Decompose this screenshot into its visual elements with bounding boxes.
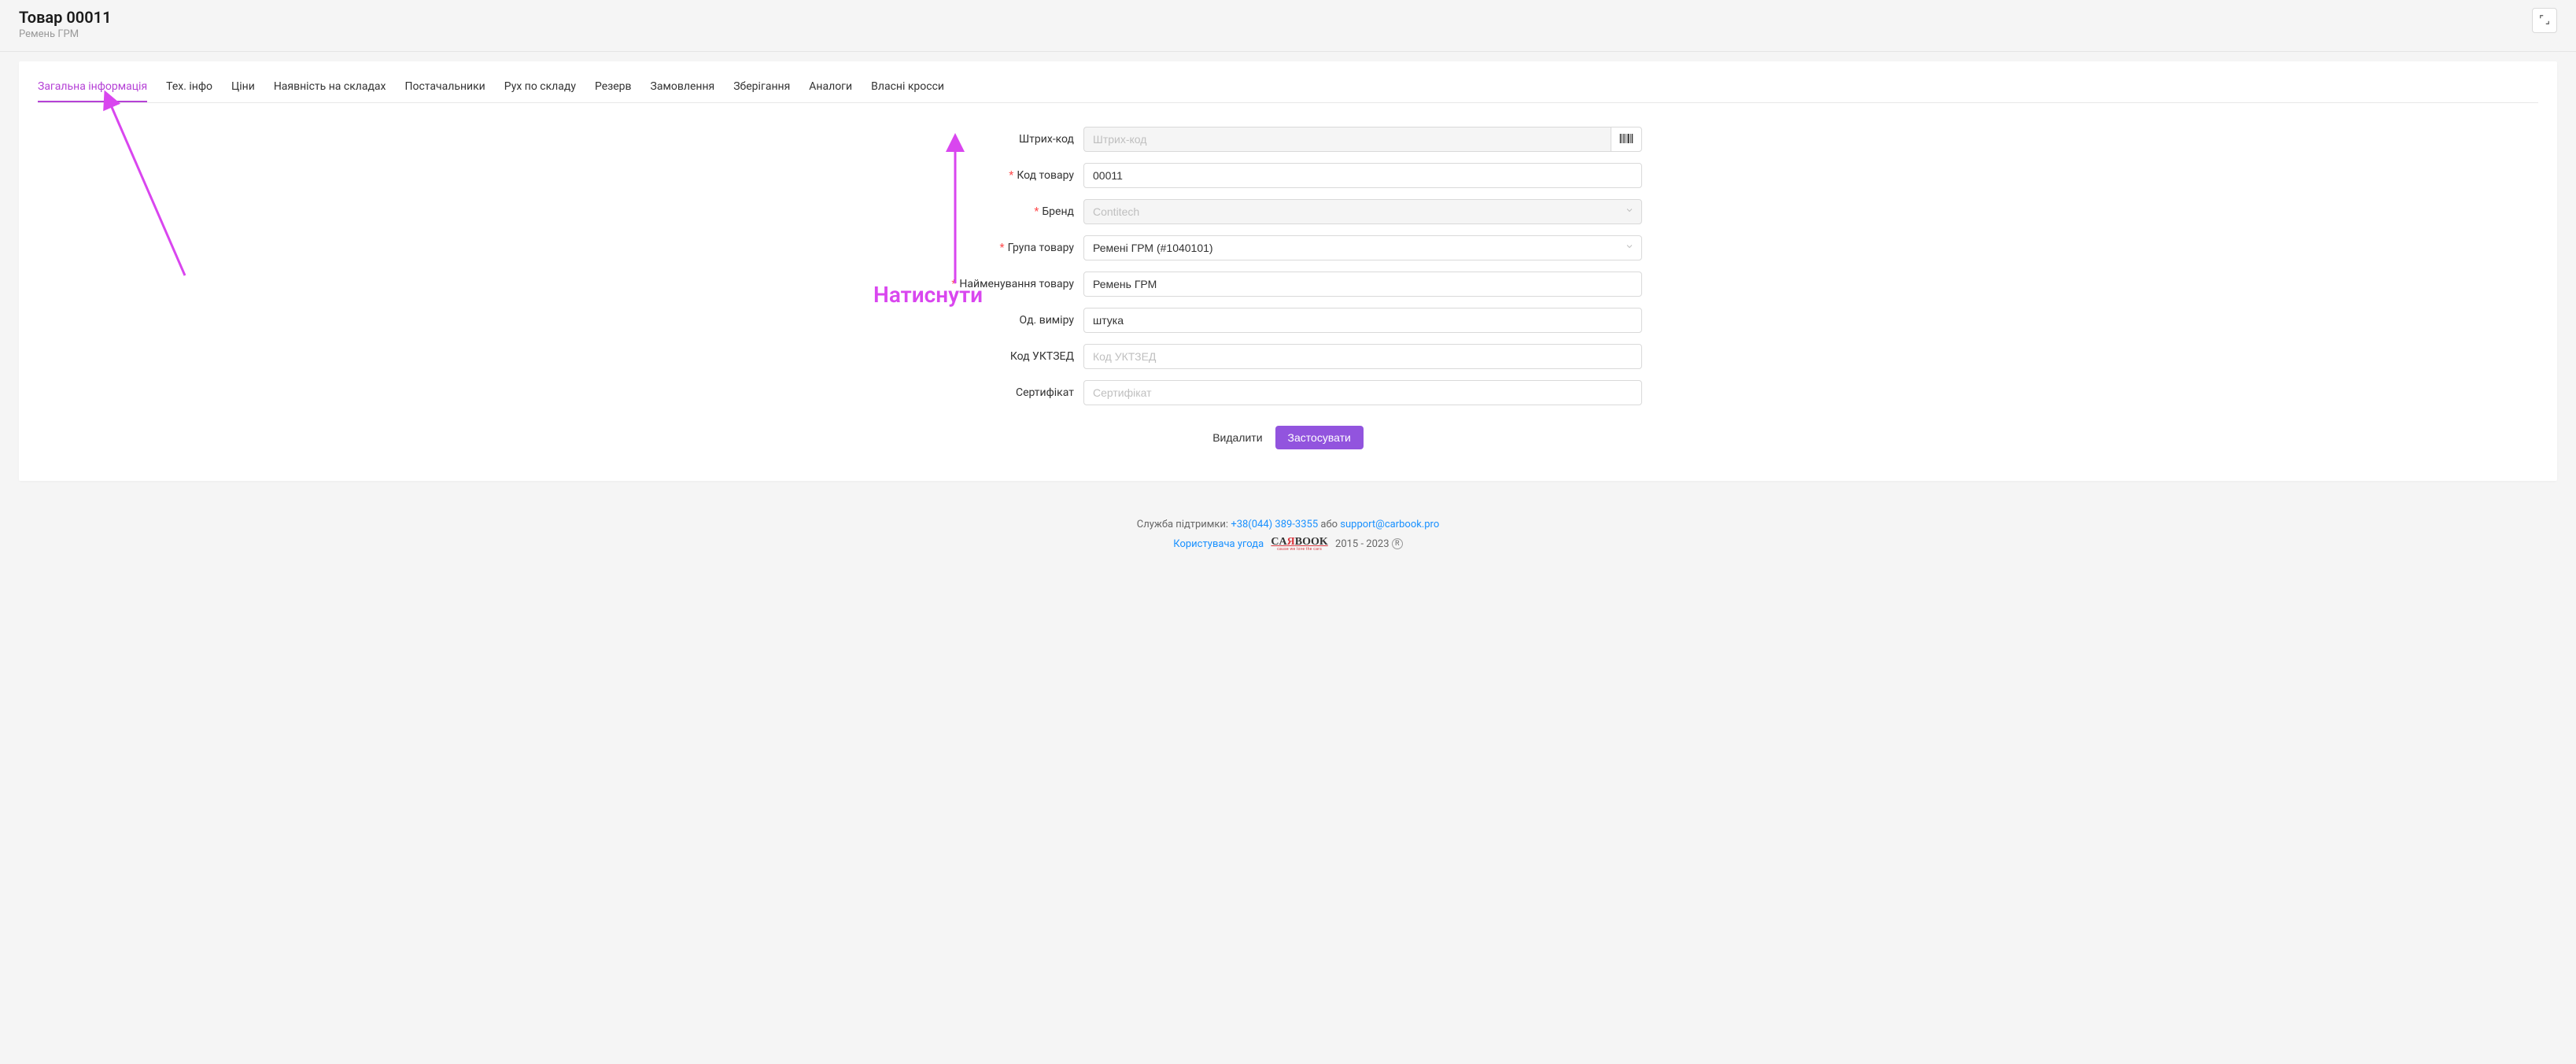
unit-label: Од. виміру bbox=[934, 314, 1083, 327]
page-title: Товар 00011 bbox=[19, 8, 112, 27]
apply-button[interactable]: Застосувати bbox=[1275, 426, 1364, 449]
expand-button[interactable] bbox=[2532, 8, 2557, 33]
barcode-input bbox=[1083, 127, 1611, 152]
content-card: Загальна інформація Тех. інфо Ціни Наявн… bbox=[19, 61, 2557, 481]
footer: Служба підтримки: +38(044) 389-3355 або … bbox=[0, 500, 2576, 578]
tab-stock-movement[interactable]: Рух по складу bbox=[504, 72, 576, 102]
support-prefix: Служба підтримки: bbox=[1137, 519, 1231, 530]
tab-storage[interactable]: Зберігання bbox=[733, 72, 790, 102]
tab-orders[interactable]: Замовлення bbox=[651, 72, 715, 102]
product-form: Штрих-код bbox=[934, 127, 1642, 449]
user-agreement-link[interactable]: Користувача угода bbox=[1173, 538, 1264, 550]
code-label: *Код товару bbox=[934, 169, 1083, 182]
expand-icon bbox=[2539, 14, 2550, 28]
tab-reserve[interactable]: Резерв bbox=[595, 72, 632, 102]
tab-analogs[interactable]: Аналоги bbox=[809, 72, 852, 102]
brand-select bbox=[1083, 199, 1642, 224]
brand-label: *Бренд bbox=[934, 205, 1083, 218]
page-subtitle: Ремень ГРМ bbox=[19, 28, 112, 40]
barcode-icon bbox=[1619, 133, 1633, 146]
registered-icon: R bbox=[1392, 538, 1403, 549]
barcode-scan-button[interactable] bbox=[1611, 127, 1642, 152]
tab-suppliers[interactable]: Постачальники bbox=[405, 72, 485, 102]
name-label: *Найменування товару bbox=[934, 278, 1083, 290]
group-label: *Група товару bbox=[934, 242, 1083, 254]
unit-input[interactable] bbox=[1083, 308, 1642, 333]
page-header: Товар 00011 Ремень ГРМ bbox=[0, 0, 2576, 52]
cert-label: Сертифікат bbox=[934, 386, 1083, 399]
tab-tech-info[interactable]: Тех. інфо bbox=[166, 72, 212, 102]
barcode-label: Штрих-код bbox=[934, 133, 1083, 146]
carbook-logo: CAЯBOOK cause we love the cars bbox=[1271, 537, 1327, 552]
name-input[interactable] bbox=[1083, 272, 1642, 297]
code-input[interactable] bbox=[1083, 163, 1642, 188]
uktzed-input[interactable] bbox=[1083, 344, 1642, 369]
copyright-years: 2015 - 2023 bbox=[1335, 538, 1392, 550]
tab-own-crosses[interactable]: Власні кросси bbox=[871, 72, 944, 102]
tab-general-info[interactable]: Загальна інформація bbox=[38, 72, 147, 102]
tabs: Загальна інформація Тех. інфо Ціни Наявн… bbox=[38, 61, 2538, 103]
support-phone-link[interactable]: +38(044) 389-3355 bbox=[1231, 519, 1318, 530]
cert-input[interactable] bbox=[1083, 380, 1642, 405]
tab-stock-availability[interactable]: Наявність на складах bbox=[274, 72, 386, 102]
support-email-link[interactable]: support@carbook.pro bbox=[1340, 519, 1439, 530]
tab-prices[interactable]: Ціни bbox=[231, 72, 255, 102]
delete-button[interactable]: Видалити bbox=[1212, 431, 1262, 444]
group-select[interactable] bbox=[1083, 235, 1642, 260]
uktzed-label: Код УКТЗЕД bbox=[934, 350, 1083, 363]
